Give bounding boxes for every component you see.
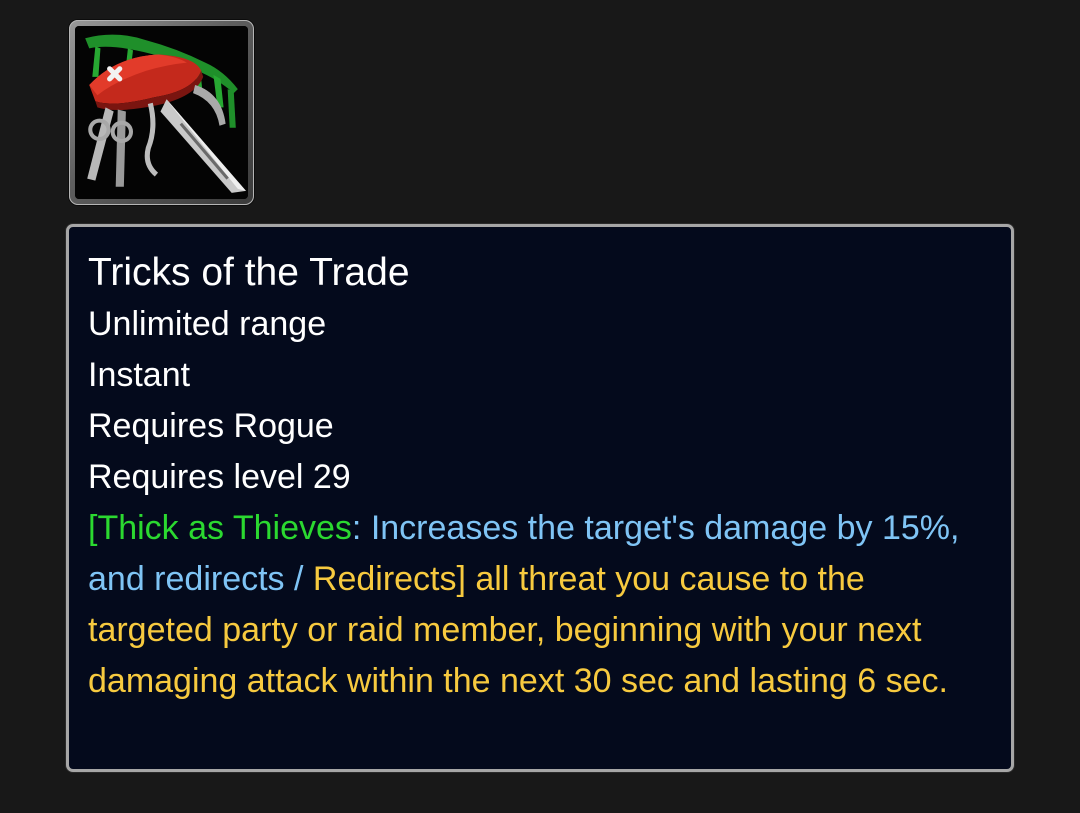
spell-description: [Thick as Thieves: Increases the target'… — [88, 503, 988, 707]
spell-cast-time: Instant — [88, 356, 191, 394]
spell-range: Unlimited range — [88, 305, 327, 343]
close-bracket: ] — [456, 560, 466, 598]
pocket-knife-tools-icon — [75, 26, 248, 199]
spell-name: Tricks of the Trade — [88, 251, 410, 294]
class-requirement: Requires Rogue — [88, 407, 334, 445]
talent-colon: : — [351, 509, 371, 547]
level-requirement: Requires level 29 — [88, 458, 351, 496]
spell-icon-frame[interactable] — [69, 20, 254, 205]
talent-separator: / — [284, 560, 313, 598]
talent-name: Thick as Thieves — [97, 509, 352, 547]
base-text: Redirects — [312, 560, 457, 598]
spell-tooltip: Tricks of the Trade Unlimited range Inst… — [66, 224, 1014, 772]
